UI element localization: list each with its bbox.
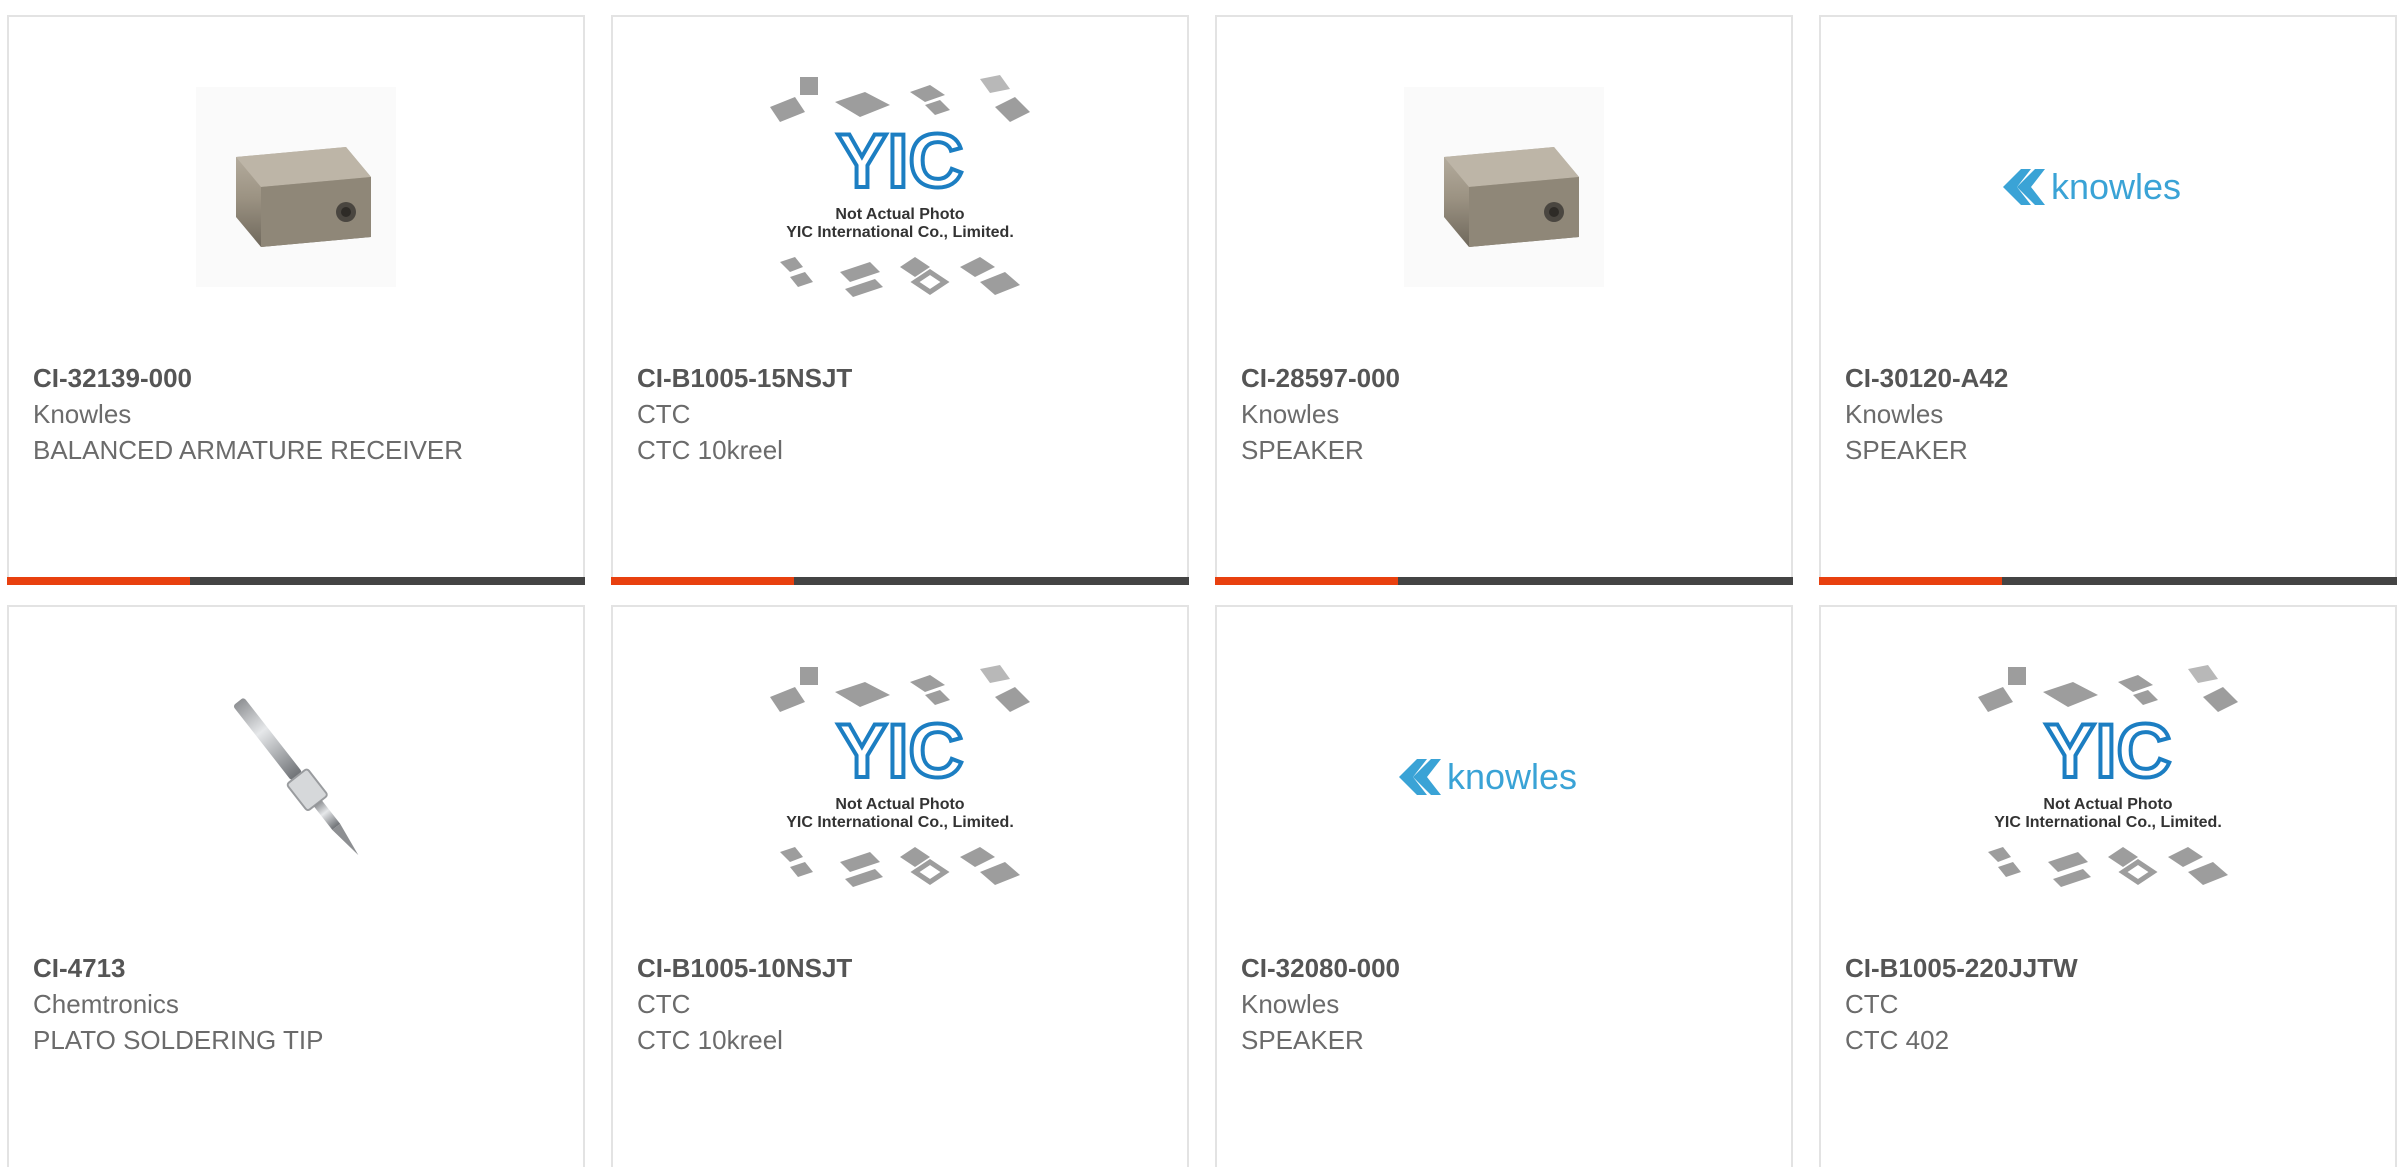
- yic-placeholder-image: YIC Not Actual Photo YIC International C…: [1978, 665, 2238, 887]
- receiver-photo: [1404, 87, 1604, 287]
- product-image[interactable]: YIC Not Actual Photo YIC International C…: [613, 607, 1187, 947]
- product-grid: CI-32139-000 Knowles BALANCED ARMATURE R…: [0, 0, 2400, 1167]
- product-info: CI-30120-A42 Knowles SPEAKER: [1845, 360, 2371, 468]
- manufacturer: CTC: [1845, 989, 1899, 1019]
- product-info: CI-28597-000 Knowles SPEAKER: [1241, 360, 1767, 468]
- manufacturer: CTC: [637, 989, 691, 1019]
- product-info: CI-B1005-220JJTW CTC CTC 402: [1845, 950, 2371, 1058]
- soldering-tip-photo: [233, 698, 359, 856]
- placeholder-line1: Not Actual Photo: [835, 206, 964, 223]
- placeholder-line1: Not Actual Photo: [835, 796, 964, 813]
- description: CTC 10kreel: [637, 435, 783, 465]
- manufacturer: Knowles: [1241, 399, 1340, 429]
- part-number[interactable]: CI-B1005-220JJTW: [1845, 950, 2371, 986]
- product-image[interactable]: [1217, 17, 1791, 357]
- product-image[interactable]: [9, 17, 583, 357]
- card-bottom-bar: [1215, 577, 1793, 585]
- product-card[interactable]: CI-4713 Chemtronics PLATO SOLDERING TIP: [7, 605, 585, 1167]
- card-accent-bar: [611, 577, 794, 585]
- product-info: CI-32080-000 Knowles SPEAKER: [1241, 950, 1767, 1058]
- knowles-logo: knowles: [1399, 756, 1577, 797]
- card-accent-bar: [1819, 577, 2002, 585]
- part-number[interactable]: CI-4713: [33, 950, 559, 986]
- product-card[interactable]: YIC Not Actual Photo YIC International C…: [1819, 605, 2397, 1167]
- description: SPEAKER: [1241, 435, 1364, 465]
- manufacturer: Knowles: [33, 399, 132, 429]
- card-bottom-bar: [1819, 577, 2397, 585]
- yic-placeholder-image: YIC Not Actual Photo YIC International C…: [770, 665, 1030, 887]
- description: PLATO SOLDERING TIP: [33, 1025, 324, 1055]
- description: CTC 402: [1845, 1025, 1950, 1055]
- svg-text:YIC: YIC: [837, 709, 964, 794]
- product-info: CI-B1005-15NSJT CTC CTC 10kreel: [637, 360, 1163, 468]
- manufacturer: Knowles: [1845, 399, 1944, 429]
- receiver-photo: [196, 87, 396, 287]
- product-info: CI-4713 Chemtronics PLATO SOLDERING TIP: [33, 950, 559, 1058]
- part-number[interactable]: CI-28597-000: [1241, 360, 1767, 396]
- svg-text:YIC: YIC: [837, 119, 964, 204]
- yic-placeholder-image: YIC Not Actual Photo YIC International C…: [770, 75, 1030, 297]
- svg-text:YIC: YIC: [2045, 709, 2172, 794]
- product-image[interactable]: [9, 607, 583, 947]
- knowles-logo: knowles: [2003, 166, 2181, 207]
- card-accent-bar: [1215, 577, 1398, 585]
- part-number[interactable]: CI-30120-A42: [1845, 360, 2371, 396]
- knowles-logo-text: knowles: [1447, 756, 1577, 797]
- part-number[interactable]: CI-B1005-15NSJT: [637, 360, 1163, 396]
- description: CTC 10kreel: [637, 1025, 783, 1055]
- card-accent-bar: [7, 577, 190, 585]
- placeholder-line2: YIC International Co., Limited.: [786, 814, 1014, 831]
- product-image[interactable]: knowles: [1821, 17, 2395, 357]
- manufacturer: Knowles: [1241, 989, 1340, 1019]
- manufacturer: Chemtronics: [33, 989, 179, 1019]
- description: SPEAKER: [1241, 1025, 1364, 1055]
- product-card[interactable]: knowles CI-32080-000 Knowles SPEAKER: [1215, 605, 1793, 1167]
- description: BALANCED ARMATURE RECEIVER: [33, 435, 464, 465]
- product-card[interactable]: CI-32139-000 Knowles BALANCED ARMATURE R…: [7, 15, 585, 585]
- product-image[interactable]: knowles: [1217, 607, 1791, 947]
- part-number[interactable]: CI-32139-000: [33, 360, 559, 396]
- product-card[interactable]: YIC Not Actual Photo YIC International C…: [611, 15, 1189, 585]
- product-info: CI-32139-000 Knowles BALANCED ARMATURE R…: [33, 360, 559, 468]
- card-bottom-bar: [7, 577, 585, 585]
- part-number[interactable]: CI-B1005-10NSJT: [637, 950, 1163, 986]
- placeholder-line2: YIC International Co., Limited.: [1994, 814, 2222, 831]
- product-image[interactable]: YIC Not Actual Photo YIC International C…: [613, 17, 1187, 357]
- knowles-logo-text: knowles: [2051, 166, 2181, 207]
- card-bottom-bar: [611, 577, 1189, 585]
- product-card[interactable]: knowles CI-30120-A42 Knowles SPEAKER: [1819, 15, 2397, 585]
- product-info: CI-B1005-10NSJT CTC CTC 10kreel: [637, 950, 1163, 1058]
- part-number[interactable]: CI-32080-000: [1241, 950, 1767, 986]
- product-card[interactable]: YIC Not Actual Photo YIC International C…: [611, 605, 1189, 1167]
- product-card[interactable]: CI-28597-000 Knowles SPEAKER: [1215, 15, 1793, 585]
- placeholder-line2: YIC International Co., Limited.: [786, 224, 1014, 241]
- product-image[interactable]: YIC Not Actual Photo YIC International C…: [1821, 607, 2395, 947]
- manufacturer: CTC: [637, 399, 691, 429]
- placeholder-line1: Not Actual Photo: [2043, 796, 2172, 813]
- description: SPEAKER: [1845, 435, 1968, 465]
